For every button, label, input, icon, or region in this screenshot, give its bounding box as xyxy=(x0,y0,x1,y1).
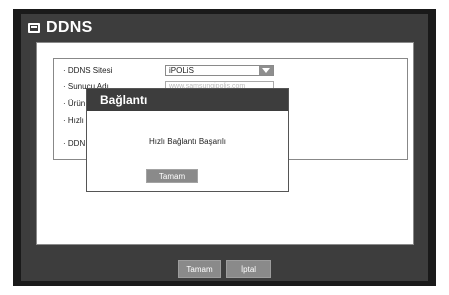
row-product: · Ürün xyxy=(63,99,85,108)
ddns-site-value: iPOLiS xyxy=(169,66,194,75)
ddns-address-label: · DDN xyxy=(63,139,86,148)
cancel-button[interactable]: İptal xyxy=(226,260,271,278)
ddns-site-label: · DDNS Sitesi xyxy=(63,66,113,75)
window-title-bar: DDNS xyxy=(21,14,428,42)
page-title: DDNS xyxy=(46,19,93,36)
row-ddns-address: · DDN xyxy=(63,139,85,148)
row-ddns-site: · DDNS Sitesi xyxy=(63,66,112,75)
chevron-down-icon[interactable] xyxy=(259,66,273,75)
dialog-message: Hızlı Bağlantı Başarılı xyxy=(149,137,226,146)
quick-connect-label: · Hızlı xyxy=(63,116,84,125)
connection-dialog: Bağlantı Hızlı Bağlantı Başarılı Tamam xyxy=(86,88,289,192)
dialog-ok-button[interactable]: Tamam xyxy=(146,169,198,183)
footer-buttons: Tamam İptal xyxy=(21,260,428,278)
dialog-title: Bağlantı xyxy=(87,89,288,111)
ok-button[interactable]: Tamam xyxy=(178,260,221,278)
window-icon xyxy=(28,23,40,33)
ddns-site-select[interactable]: iPOLiS xyxy=(165,65,274,76)
row-quick-connect: · Hızlı xyxy=(63,116,84,125)
product-label: · Ürün xyxy=(63,99,86,108)
